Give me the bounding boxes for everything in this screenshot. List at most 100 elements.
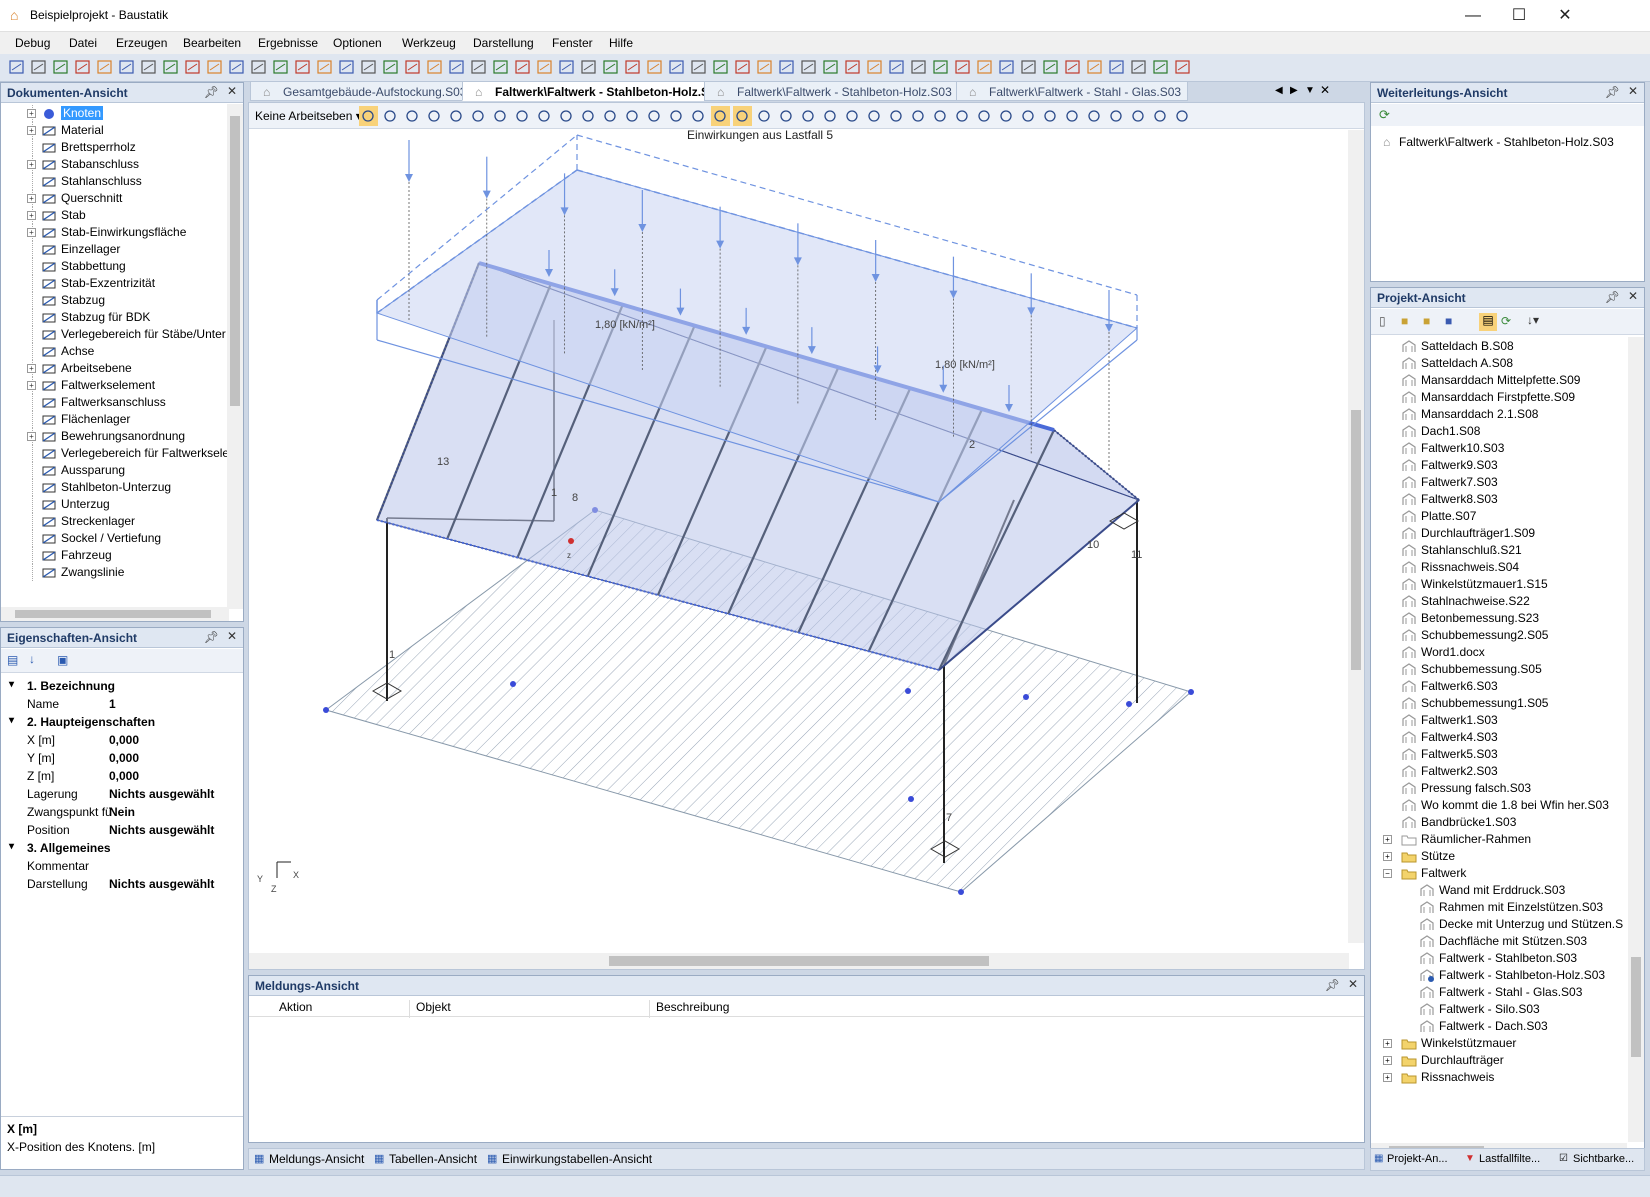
maximize-button[interactable]: ☐ xyxy=(1496,0,1542,31)
doc-tree-item[interactable]: + Arbeitsebene xyxy=(1,360,227,377)
view-tool-button[interactable] xyxy=(1110,110,1122,122)
new-file-icon[interactable]: ▯ xyxy=(1379,314,1386,328)
property-value[interactable]: Nichts ausgewählt xyxy=(109,787,214,801)
project-vscrollbar[interactable] xyxy=(1628,337,1644,1142)
sort-alpha-icon[interactable]: ↓ xyxy=(29,652,35,666)
pin-icon[interactable]: 📌︎ xyxy=(1605,290,1620,304)
pin-icon[interactable]: 📌︎ xyxy=(1605,85,1620,99)
close-icon[interactable]: ✕ xyxy=(227,629,237,643)
view-vscrollbar[interactable] xyxy=(1348,130,1364,943)
project-tree-item[interactable]: Faltwerk - Dach.S03 xyxy=(1419,1018,1621,1035)
property-category[interactable]: ▾ 2. Haupteigenschaften xyxy=(1,713,231,731)
doc-tree-item[interactable]: Stahlanschluss xyxy=(1,173,227,190)
doc-tree-item[interactable]: Einzellager xyxy=(1,241,227,258)
project-tree-item[interactable]: Pressung falsch.S03 xyxy=(1401,780,1621,797)
document-tree-scrollbar[interactable] xyxy=(227,104,243,609)
ground-node[interactable] xyxy=(958,889,964,895)
copy-icon[interactable]: ▤ xyxy=(1479,313,1497,331)
project-tree-item[interactable]: Faltwerk6.S03 xyxy=(1401,678,1621,695)
expand-icon[interactable]: + xyxy=(1383,835,1392,844)
view-tool-button[interactable] xyxy=(428,110,440,122)
view-tool-button[interactable] xyxy=(560,110,572,122)
project-tree-item[interactable]: Faltwerk2.S03 xyxy=(1401,763,1621,780)
toolbar-icons[interactable] xyxy=(0,54,1650,82)
open-folder-icon[interactable]: ■ xyxy=(1423,314,1430,328)
doc-tree-item[interactable]: Fahrzeug xyxy=(1,547,227,564)
property-row[interactable]: Position Nichts ausgewählt xyxy=(1,821,231,839)
doc-tree-item[interactable]: + Stab-Einwirkungsfläche xyxy=(1,224,227,241)
view-tool-button[interactable] xyxy=(1176,110,1188,122)
minimize-button[interactable]: — xyxy=(1450,0,1496,31)
property-row[interactable]: Zwangspunkt fü Nein xyxy=(1,803,231,821)
collapse-chevron-icon[interactable]: ▾ xyxy=(9,715,14,726)
column-aktion[interactable]: Aktion xyxy=(279,1000,312,1014)
view-tool-button[interactable] xyxy=(824,110,836,122)
project-tree-item[interactable]: Wand mit Erddruck.S03 xyxy=(1419,882,1621,899)
menu-erzeugen[interactable]: Erzeugen xyxy=(116,36,167,50)
view-tool-button[interactable] xyxy=(406,110,418,122)
view-tool-button[interactable] xyxy=(956,110,968,122)
project-tree-item[interactable]: Faltwerk9.S03 xyxy=(1401,457,1621,474)
expand-icon[interactable]: + xyxy=(27,211,36,220)
project-tree-item[interactable]: Dach1.S08 xyxy=(1401,423,1621,440)
doc-tree-item[interactable]: Stab-Exzentrizität xyxy=(1,275,227,292)
expand-icon[interactable]: + xyxy=(27,194,36,203)
view-tool-button[interactable] xyxy=(1000,110,1012,122)
menu-bearbeiten[interactable]: Bearbeiten xyxy=(183,36,241,50)
structure-3d-scene[interactable]: 1,80 [kN/m²]1,80 [kN/m²]131 82101117XYZz xyxy=(249,130,1349,945)
project-tree-item[interactable]: Schubbemessung2.S05 xyxy=(1401,627,1621,644)
tab-scroll-left-icon[interactable]: ◀ xyxy=(1275,85,1283,96)
project-tree-item[interactable]: Wo kommt die 1.8 bei Wfin her.S03 xyxy=(1401,797,1621,814)
menu-optionen[interactable]: Optionen xyxy=(333,36,382,50)
doc-tree-item[interactable]: + Faltwerkselement xyxy=(1,377,227,394)
pin-icon[interactable]: 📌︎ xyxy=(1325,978,1340,992)
doc-tree-item[interactable]: Stabzug xyxy=(1,292,227,309)
view-tool-button[interactable] xyxy=(472,110,484,122)
document-tree-hscrollbar[interactable] xyxy=(1,607,229,621)
doc-tab[interactable]: ⌂ Gesamtgebäude-Aufstockung.S03 xyxy=(250,81,474,101)
property-value[interactable]: Nichts ausgewählt xyxy=(109,823,214,837)
project-tree-item[interactable]: Winkelstützmauer1.S15 xyxy=(1401,576,1621,593)
doc-tree-item[interactable]: + Stab xyxy=(1,207,227,224)
view-tool-button[interactable] xyxy=(802,110,814,122)
collapse-chevron-icon[interactable]: ▾ xyxy=(9,841,14,852)
expand-icon[interactable]: + xyxy=(27,126,36,135)
view-tool-button[interactable] xyxy=(692,110,704,122)
property-value[interactable]: Nichts ausgewählt xyxy=(109,877,214,891)
doc-tree-item[interactable]: + Stabanschluss xyxy=(1,156,227,173)
doc-tree-item[interactable]: Zwangslinie xyxy=(1,564,227,581)
view-tool-button[interactable] xyxy=(1132,110,1144,122)
tab-messages[interactable]: Meldungs-Ansicht xyxy=(269,1152,364,1166)
expand-icon[interactable]: + xyxy=(1383,1073,1392,1082)
doc-tree-item[interactable]: Flächenlager xyxy=(1,411,227,428)
project-tree-item[interactable]: Faltwerk - Stahlbeton.S03 xyxy=(1419,950,1621,967)
doc-tree-item[interactable]: Aussparung xyxy=(1,462,227,479)
doc-tree-item[interactable]: Stabzug für BDK xyxy=(1,309,227,326)
menu-debug[interactable]: Debug xyxy=(15,36,50,50)
expand-icon[interactable]: + xyxy=(1383,1056,1392,1065)
doc-tree-item[interactable]: Achse xyxy=(1,343,227,360)
project-tree-item[interactable]: Platte.S07 xyxy=(1401,508,1621,525)
refresh-icon[interactable]: ⟳ xyxy=(1379,107,1390,123)
graphics-view[interactable]: Keine Arbeitseben ▾ 1,80 [kN/m²] 1,80 [kN… xyxy=(248,102,1365,970)
project-tree-item[interactable]: + Winkelstützmauer xyxy=(1383,1035,1621,1052)
menu-hilfe[interactable]: Hilfe xyxy=(609,36,633,50)
expand-icon[interactable]: + xyxy=(27,228,36,237)
ground-node[interactable] xyxy=(510,681,516,687)
view-tool-button[interactable] xyxy=(912,110,924,122)
project-tree-item[interactable]: Faltwerk - Stahl - Glas.S03 xyxy=(1419,984,1621,1001)
project-tree-item[interactable]: + Räumlicher-Rahmen xyxy=(1383,831,1621,848)
project-tree-item[interactable]: Schubbemessung1.S05 xyxy=(1401,695,1621,712)
property-value[interactable]: 0,000 xyxy=(109,751,139,765)
project-tree-item[interactable]: Satteldach B.S08 xyxy=(1401,338,1621,355)
project-tree-item[interactable]: Betonbemessung.S23 xyxy=(1401,610,1621,627)
view-tool-button[interactable] xyxy=(582,110,594,122)
menu-darstellung[interactable]: Darstellung xyxy=(473,36,534,50)
tab-load-filter[interactable]: Lastfallfilte... xyxy=(1479,1153,1540,1165)
tab-project[interactable]: Projekt-An... xyxy=(1387,1153,1448,1165)
project-tree-item[interactable]: Satteldach A.S08 xyxy=(1401,355,1621,372)
view-tool-button[interactable] xyxy=(758,110,770,122)
project-tree-item[interactable]: Rissnachweis.S04 xyxy=(1401,559,1621,576)
project-tree-item[interactable]: Schubbemessung.S05 xyxy=(1401,661,1621,678)
view-tool-button[interactable] xyxy=(604,110,616,122)
